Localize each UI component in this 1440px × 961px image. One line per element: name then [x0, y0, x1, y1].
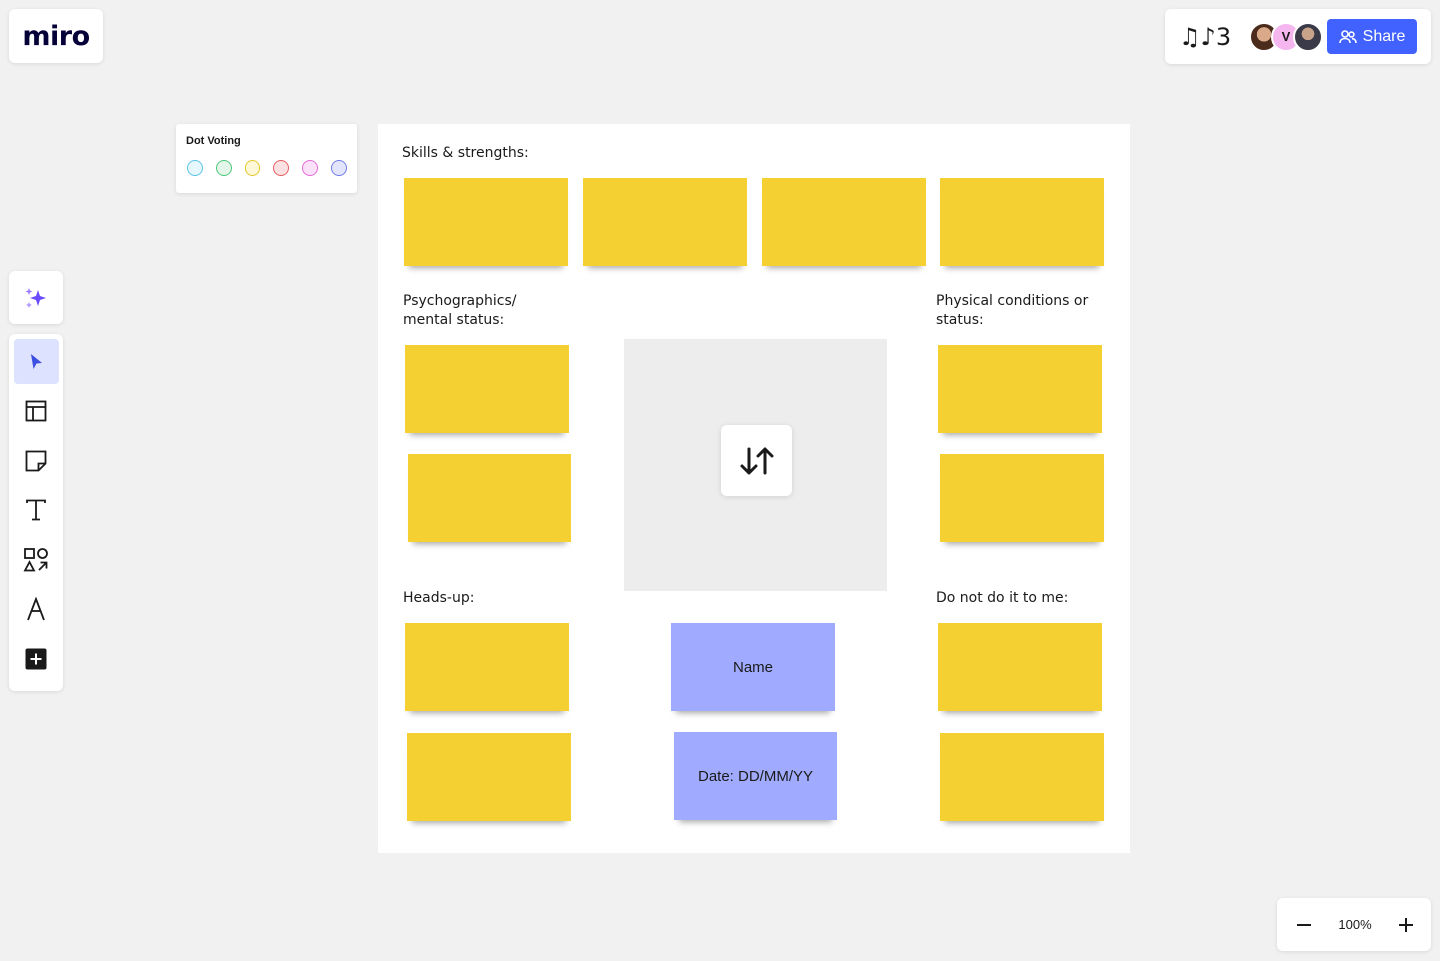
sticky-note[interactable]: [408, 454, 571, 542]
label-line: status:: [936, 312, 984, 328]
shapes-tool[interactable]: [14, 537, 59, 582]
empathy-template-frame[interactable]: Skills & strengths: Psychographics/ ment…: [378, 124, 1130, 853]
sticky-note[interactable]: [938, 623, 1102, 711]
vote-dot-cyan[interactable]: [187, 160, 203, 176]
dot-voting-colors: [186, 160, 347, 176]
label-line: Physical conditions or: [936, 293, 1089, 309]
section-label-do-not: Do not do it to me:: [936, 590, 1069, 606]
miro-logo[interactable]: miro: [9, 9, 103, 63]
sticky-note[interactable]: [940, 178, 1104, 266]
board-header: ♫♪3 V Share: [1165, 9, 1431, 64]
image-placeholder[interactable]: [624, 339, 887, 591]
logo-text: miro: [22, 20, 90, 52]
shapes-icon: [23, 547, 48, 572]
sticky-note[interactable]: [407, 733, 571, 821]
zoom-level[interactable]: 100%: [1338, 917, 1371, 932]
sticky-note-tool[interactable]: [14, 438, 59, 483]
minus-icon: [1297, 923, 1311, 926]
pen-tool[interactable]: [14, 587, 59, 632]
sparkle-icon: [25, 287, 46, 308]
vote-dot-yellow[interactable]: [244, 160, 261, 176]
sticky-note[interactable]: [938, 345, 1102, 433]
sticky-note-icon: [25, 450, 47, 472]
name-note[interactable]: Name: [671, 623, 835, 711]
label-line: mental status:: [403, 312, 505, 328]
section-label-physical: Physical conditions or status:: [936, 292, 1088, 330]
text-tool[interactable]: [14, 488, 59, 533]
sticky-note[interactable]: [583, 178, 747, 266]
section-label-skills: Skills & strengths:: [402, 145, 529, 161]
sticky-note[interactable]: [405, 623, 569, 711]
swap-arrows-icon: [740, 447, 773, 474]
avatar[interactable]: [1293, 21, 1323, 52]
vote-dot-blue[interactable]: [331, 160, 347, 176]
zoom-in-button[interactable]: [1397, 916, 1415, 934]
sticky-note[interactable]: [762, 178, 926, 266]
date-note[interactable]: Date: DD/MM/YY: [674, 732, 837, 820]
more-tools-button[interactable]: [14, 637, 59, 682]
templates-icon: [25, 400, 47, 422]
board-title[interactable]: ♫♪3: [1179, 23, 1243, 51]
sticky-note[interactable]: [405, 345, 569, 433]
creation-toolbar: [9, 334, 63, 691]
share-label: Share: [1362, 27, 1406, 45]
plus-icon: [1399, 917, 1413, 932]
sticky-note[interactable]: [940, 733, 1104, 821]
collaborator-avatars[interactable]: V: [1249, 21, 1323, 52]
plus-square-icon: [25, 648, 47, 670]
label-line: Psychographics/: [403, 293, 517, 309]
dot-voting-widget[interactable]: Dot Voting: [176, 124, 357, 193]
templates-tool[interactable]: [14, 389, 59, 434]
dot-voting-title: Dot Voting: [186, 135, 241, 147]
section-label-heads-up: Heads-up:: [403, 590, 475, 606]
ai-assist-button[interactable]: [9, 271, 63, 324]
replace-image-button[interactable]: [721, 425, 792, 496]
sticky-note[interactable]: [404, 178, 568, 266]
section-label-psychographics: Psychographics/ mental status:: [403, 292, 517, 330]
select-tool[interactable]: [13, 339, 59, 384]
vote-dot-green[interactable]: [215, 160, 232, 176]
share-button[interactable]: Share: [1327, 19, 1417, 54]
zoom-controls: 100%: [1277, 898, 1431, 951]
sticky-note[interactable]: [940, 454, 1104, 542]
vote-dot-pink[interactable]: [302, 160, 319, 176]
pen-icon: [27, 597, 45, 621]
users-icon: [1338, 29, 1357, 43]
cursor-icon: [31, 353, 42, 369]
vote-dot-red[interactable]: [273, 160, 290, 176]
zoom-out-button[interactable]: [1295, 916, 1313, 934]
text-icon: [26, 499, 46, 521]
